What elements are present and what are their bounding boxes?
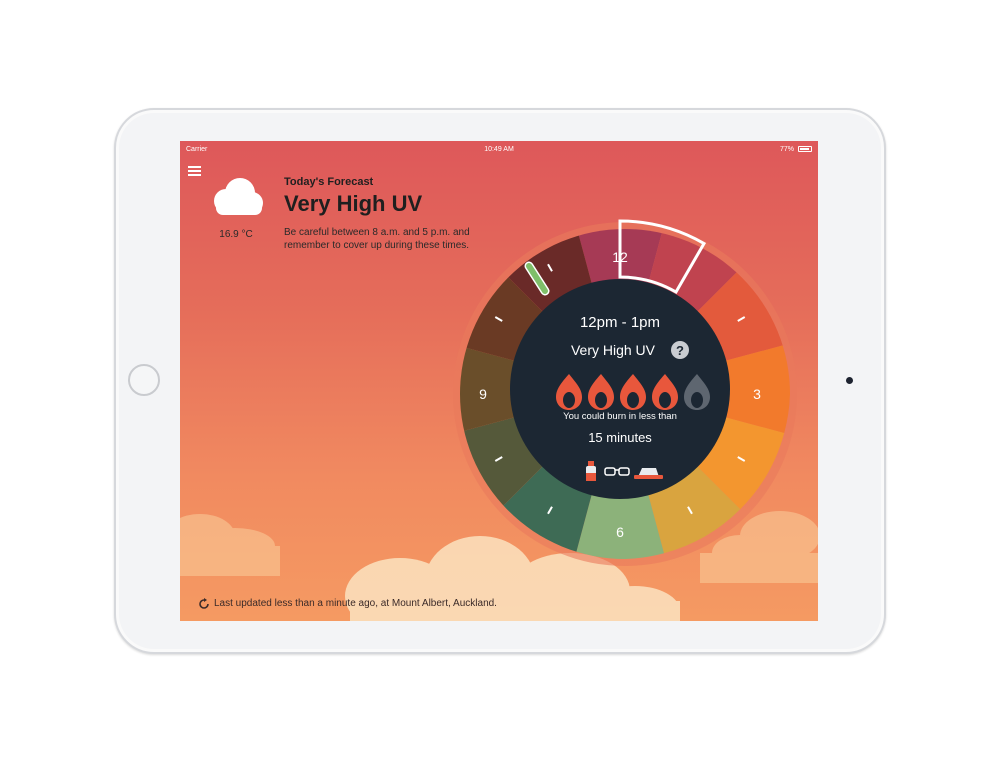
hour-label-9: 9 <box>479 386 487 402</box>
last-updated-text: Last updated less than a minute ago, at … <box>214 598 497 609</box>
cloud-icon <box>214 178 263 215</box>
status-time: 10:49 AM <box>484 146 514 153</box>
forecast-label: Today's Forecast <box>284 176 374 188</box>
question-icon[interactable]: ? <box>671 341 689 359</box>
hamburger-menu-icon[interactable] <box>188 166 201 176</box>
front-camera <box>846 377 853 384</box>
selected-time-range: 12pm - 1pm <box>580 314 660 331</box>
hour-label-12: 12 <box>612 249 628 265</box>
burn-time: 15 minutes <box>588 430 652 445</box>
hour-label-6: 6 <box>616 524 624 540</box>
burn-text: You could burn in less than <box>563 411 677 422</box>
app-screen: Carrier 10:49 AM 77% 16.9 °C Today's For… <box>180 141 818 621</box>
temperature: 16.9 °C <box>219 229 253 240</box>
svg-text:?: ? <box>676 343 684 358</box>
refresh-icon[interactable] <box>198 598 210 610</box>
hour-label-3: 3 <box>753 386 761 402</box>
forecast-title: Very High UV <box>284 191 423 216</box>
battery-percent: 77% <box>779 146 794 153</box>
uv-clock-dial[interactable]: 12 3 6 9 12pm - 1pm Very High UV ? You c… <box>445 219 805 579</box>
status-bar: Carrier 10:49 AM 77% <box>180 141 818 157</box>
battery-icon <box>798 146 812 152</box>
home-button[interactable] <box>128 364 160 396</box>
uv-level-label: Very High UV <box>571 342 656 358</box>
